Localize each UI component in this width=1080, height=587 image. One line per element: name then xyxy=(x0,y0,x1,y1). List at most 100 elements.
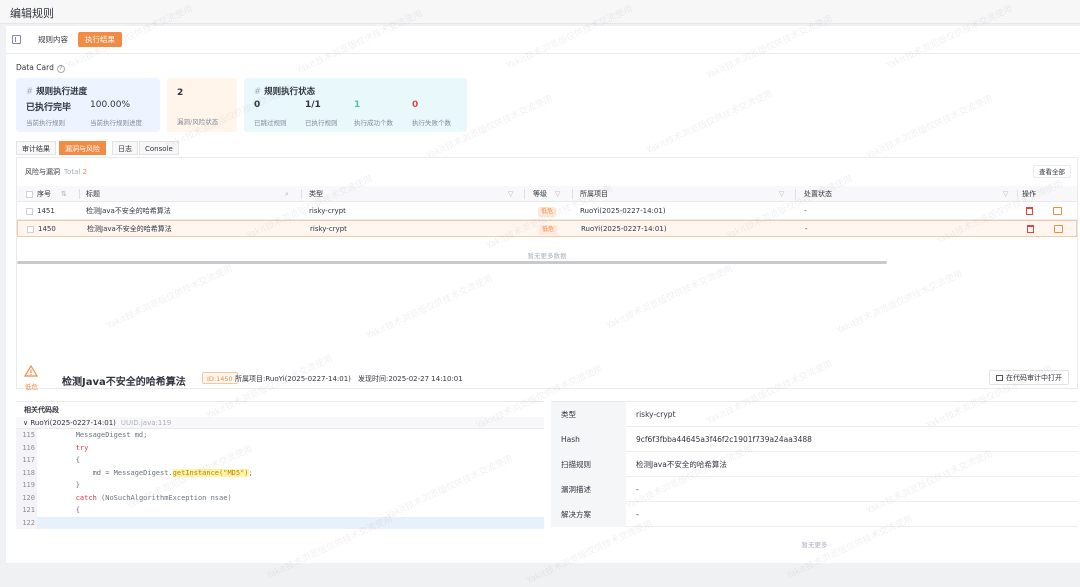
data-card-label: Data Card? xyxy=(16,63,65,73)
executed-label: 已执行规则 xyxy=(305,119,338,127)
row-id: 1451 xyxy=(37,207,55,215)
delete-icon[interactable] xyxy=(1026,207,1033,215)
line-number: 122 xyxy=(16,516,37,529)
filter-icon[interactable]: ▽ xyxy=(555,186,560,202)
info-row: Hash 9cf6f3fbba44645a3f46f2c1901f739a24aa… xyxy=(551,427,1078,452)
code-line: 115 MessageDigest md; xyxy=(16,429,544,442)
col-status[interactable]: 处置状态 xyxy=(804,186,832,202)
tab-exec-result[interactable]: 执行结果 xyxy=(78,32,122,47)
code-editor[interactable]: 115 MessageDigest md; 116 try 117 { 118 … xyxy=(16,429,544,529)
code-line-current: 122 xyxy=(16,516,544,529)
info-panel: 类型 risky-crypt Hash 9cf6f3fbba44645a3f46f2… xyxy=(551,401,1078,561)
progress-card-title: # 规则执行进度 xyxy=(26,85,87,97)
info-value: 检测Java不安全的哈希算法 xyxy=(636,460,727,469)
tab-console[interactable]: Console xyxy=(139,141,179,155)
filter-icon[interactable]: ▽ xyxy=(508,186,513,202)
executed-value: 1/1 xyxy=(305,100,321,110)
delete-icon[interactable] xyxy=(1027,225,1034,233)
col-divider xyxy=(301,189,302,199)
detail-title: 检测Java不安全的哈希算法 xyxy=(62,377,186,388)
line-number: 121 xyxy=(16,504,37,517)
tab-vuln-risk[interactable]: 漏洞与风险 xyxy=(59,141,106,155)
row-id: 1450 xyxy=(38,225,56,233)
success-value: 1 xyxy=(354,100,361,110)
row-checkbox[interactable] xyxy=(27,226,34,233)
table-row[interactable]: 1451 检测Java不安全的哈希算法 risky-crypt 低危 RuoYi… xyxy=(17,203,1077,220)
total-value: 2 xyxy=(82,168,88,176)
line-code: { xyxy=(42,506,80,514)
open-in-audit-button[interactable]: 在代码审计中打开 xyxy=(989,370,1069,385)
filter-icon[interactable]: ▽ xyxy=(1003,186,1008,202)
progress-title-text: 规则执行进度 xyxy=(36,87,88,97)
info-key: Hash xyxy=(551,427,626,452)
tab-log[interactable]: 日志 xyxy=(112,141,138,155)
code-uuid: UUID.java:119 xyxy=(120,419,172,427)
hash-icon: # xyxy=(254,87,262,97)
table-header: 序号 ⇅ 标题 ⌕ 类型 ▽ 等级 ▽ 所属项目 ▽ 处置状态 ▽ 操作 xyxy=(17,186,1077,202)
select-all-checkbox[interactable] xyxy=(26,191,33,198)
line-number: 119 xyxy=(16,479,37,492)
col-id[interactable]: 序号 xyxy=(37,186,51,202)
terminal-icon xyxy=(996,375,1003,381)
code-line: 120 catch (NoSuchAlgorithmException nsae… xyxy=(16,491,544,504)
row-title: 检测Java不安全的哈希算法 xyxy=(86,207,171,215)
help-icon[interactable]: ? xyxy=(56,65,65,73)
id-badge: ID:1450 xyxy=(202,372,238,384)
row-checkbox[interactable] xyxy=(26,208,33,215)
code-file-row[interactable]: ∨ RuoYi(2025-0227-14:01) UUID.java:119 xyxy=(16,417,544,429)
tab-audit-result[interactable]: 审计结果 xyxy=(16,141,56,155)
line-number: 120 xyxy=(16,491,37,504)
table-row-selected[interactable]: 1450 检测Java不安全的哈希算法 risky-crypt 低危 RuoYi… xyxy=(17,220,1077,237)
level-tag: 低危 xyxy=(539,225,558,235)
terminal-icon[interactable] xyxy=(1053,207,1062,215)
risk-total: Total 2 xyxy=(64,168,87,176)
exec-title-text: 规则执行状态 xyxy=(264,87,316,97)
vuln-count: 2 xyxy=(177,88,184,98)
row-title: 检测Java不安全的哈希算法 xyxy=(87,225,172,233)
info-row: 类型 risky-crypt xyxy=(551,402,1078,427)
row-project: RuoYi(2025-0227-14:01) xyxy=(580,207,666,215)
horizontal-scrollbar[interactable] xyxy=(17,261,887,264)
skipped-value: 0 xyxy=(254,100,261,110)
code-line: 116 try xyxy=(16,441,544,454)
row-type: risky-crypt xyxy=(309,207,346,215)
info-key: 漏洞描述 xyxy=(551,477,626,502)
view-all-button[interactable]: 查看全部 xyxy=(1033,165,1071,178)
col-type[interactable]: 类型 xyxy=(309,186,323,202)
col-title[interactable]: 标题 xyxy=(86,186,100,202)
info-key: 扫描规则 xyxy=(551,452,626,477)
info-key: 类型 xyxy=(551,402,626,427)
code-line: 121 { xyxy=(16,504,544,517)
info-key: 解决方案 xyxy=(551,502,626,527)
line-code xyxy=(37,516,544,529)
hash-icon: # xyxy=(26,87,34,97)
line-code: try xyxy=(42,443,89,452)
exec-card-title: # 规则执行状态 xyxy=(254,85,315,97)
row-status: - xyxy=(805,225,808,233)
tab-rule-content[interactable]: 规则内容 xyxy=(31,32,75,47)
filter-icon[interactable]: ▽ xyxy=(779,186,784,202)
line-number: 117 xyxy=(16,454,37,467)
info-value: - xyxy=(636,510,639,519)
row-type: risky-crypt xyxy=(310,225,347,233)
line-code: catch (NoSuchAlgorithmException nsae) xyxy=(75,493,232,502)
col-level[interactable]: 等级 xyxy=(533,186,547,202)
sort-icon[interactable]: ⇅ xyxy=(61,186,67,202)
title-bar: 编辑规则 xyxy=(0,0,1080,24)
code-line: 117 { xyxy=(16,454,544,467)
row-status: - xyxy=(804,207,807,215)
risk-header: 风险与漏洞 Total 2 xyxy=(25,167,87,177)
vuln-card: 2 漏洞/风险状态 xyxy=(167,78,237,132)
col-project[interactable]: 所属项目 xyxy=(580,186,608,202)
line-number: 118 xyxy=(16,466,37,479)
search-icon[interactable]: ⌕ xyxy=(285,186,289,202)
terminal-icon[interactable] xyxy=(1054,225,1063,233)
progress-status-value: 已执行完毕 xyxy=(26,103,72,113)
col-divider xyxy=(524,189,525,199)
code-line: 118 md = MessageDigest.getInstance("MD5"… xyxy=(16,466,544,479)
line-code: { xyxy=(42,456,80,464)
sidebar-toggle-icon[interactable] xyxy=(12,35,21,44)
code-line: 119 } xyxy=(16,479,544,492)
line-code: md = MessageDigest.getInstance("MD5"); xyxy=(42,468,253,477)
col-action: 操作 xyxy=(1022,190,1036,198)
